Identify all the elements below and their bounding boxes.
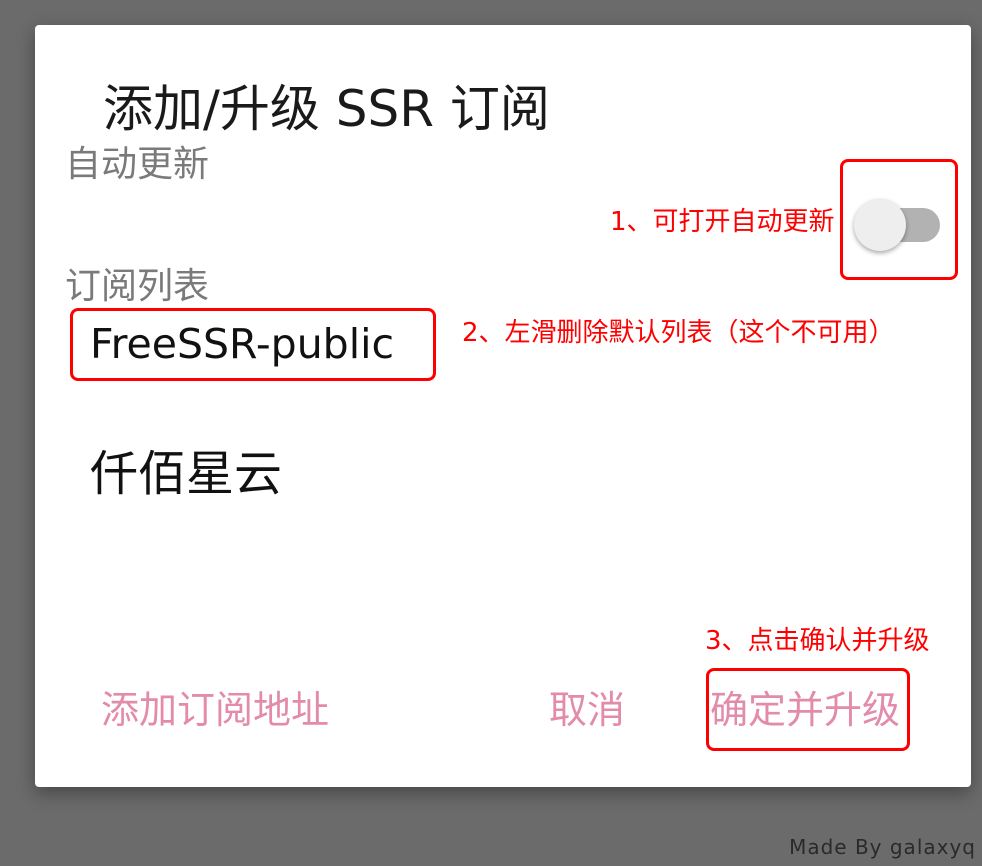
- annotation-step-2: 2、左滑删除默认列表（这个不可用）: [462, 318, 895, 348]
- cancel-button[interactable]: 取消: [549, 685, 625, 735]
- auto-update-switch[interactable]: [854, 198, 940, 251]
- list-item[interactable]: FreeSSR-public: [90, 315, 394, 373]
- add-subscription-button[interactable]: 添加订阅地址: [101, 685, 329, 735]
- watermark: Made By galaxyq: [789, 835, 976, 859]
- annotation-step-3: 3、点击确认并升级: [705, 626, 930, 656]
- switch-thumb: [854, 199, 906, 251]
- dialog-title: 添加/升级 SSR 订阅: [103, 80, 550, 138]
- confirm-upgrade-button[interactable]: 确定并升级: [710, 685, 900, 735]
- annotation-step-1: 1、可打开自动更新: [610, 207, 835, 237]
- subscription-dialog: 添加/升级 SSR 订阅 自动更新 1、可打开自动更新 订阅列表 2、左滑删除默…: [35, 25, 971, 787]
- subscription-list-label: 订阅列表: [65, 266, 210, 307]
- auto-update-label: 自动更新: [65, 144, 210, 185]
- list-item[interactable]: 仟佰星云: [90, 443, 282, 505]
